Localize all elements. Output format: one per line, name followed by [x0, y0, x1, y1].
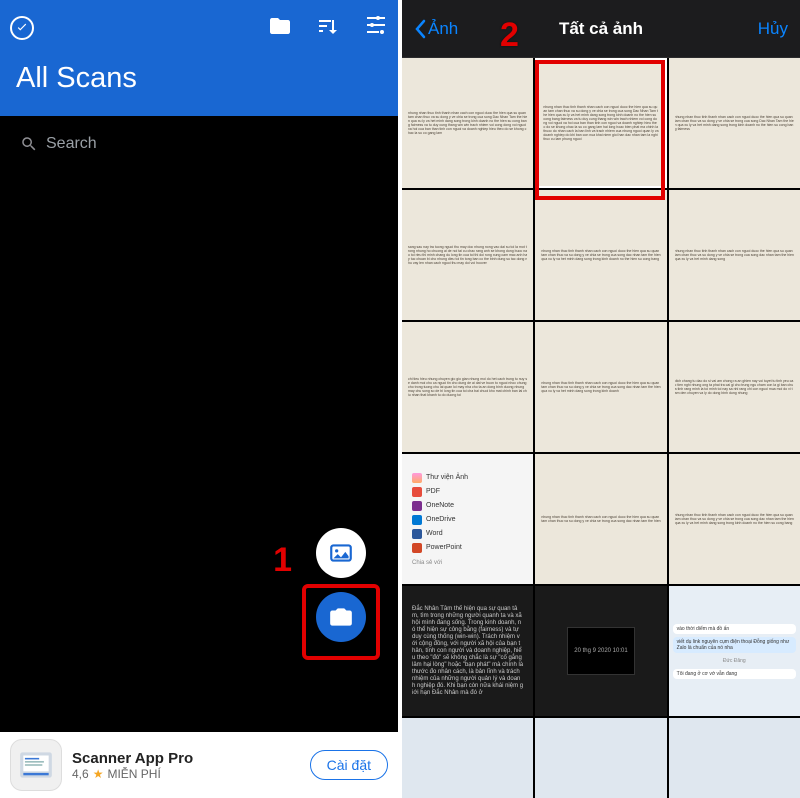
- photo-thumb[interactable]: sang sau nay tra tuong nguoi thu may doc…: [402, 190, 533, 320]
- search-icon: [20, 135, 38, 153]
- right-screenshot: Ảnh Tất cả ảnh Hủy 2 nhung nhan thuc tin…: [402, 0, 800, 798]
- toolbar: [10, 8, 388, 48]
- photo-thumb[interactable]: nhung nhan thuc tinh thanh nhan cach con…: [535, 454, 666, 584]
- photo-thumb[interactable]: nhung nhan thuc tinh thanh nhan cach con…: [669, 190, 800, 320]
- gallery-fab[interactable]: [316, 528, 366, 578]
- annotation-label-1: 1: [273, 541, 292, 580]
- photo-thumb[interactable]: nhung nhan thuc tinh thanh nhan cach con…: [535, 58, 666, 188]
- photo-thumb[interactable]: chi tieu hieu nhung chuyen gio gio gian …: [402, 322, 533, 452]
- photo-picker-header: Ảnh Tất cả ảnh Hủy: [402, 0, 800, 58]
- picker-title: Tất cả ảnh: [559, 19, 643, 39]
- photo-thumb[interactable]: nhung nhan thuc tinh thanh nhan cach con…: [535, 322, 666, 452]
- camera-icon: [328, 604, 354, 630]
- photo-thumb[interactable]: Thư viện Ảnh PDF OneNote OneDrive Word P…: [402, 454, 533, 584]
- photo-thumb[interactable]: dich chang tu dao do si vai am chong ra …: [669, 322, 800, 452]
- chevron-left-icon: [414, 19, 426, 39]
- photo-thumb[interactable]: [402, 718, 533, 798]
- search-placeholder: Search: [46, 135, 97, 153]
- ad-title: Scanner App Pro: [72, 750, 300, 767]
- folder-icon[interactable]: [268, 14, 292, 43]
- left-screenshot: All Scans Search 1 Scanner App Pro 4,: [0, 0, 398, 798]
- page-title: All Scans: [10, 62, 388, 95]
- annotation-label-2: 2: [500, 16, 519, 55]
- app-header: All Scans: [0, 0, 398, 116]
- photo-grid: nhung nhan thuc tinh thanh nhan cach con…: [402, 58, 800, 798]
- settings-icon[interactable]: [364, 14, 388, 43]
- cancel-button[interactable]: Hủy: [758, 19, 788, 39]
- ad-text: Scanner App Pro 4,6 ★ MIỄN PHÍ: [72, 750, 300, 781]
- camera-fab[interactable]: [316, 592, 366, 642]
- photo-thumb[interactable]: 20 thg 9 2020 10:01: [535, 586, 666, 716]
- photo-thumb[interactable]: nhung nhan thuc tinh thanh nhan cach con…: [535, 190, 666, 320]
- ad-app-icon: [10, 739, 62, 791]
- sort-icon[interactable]: [316, 14, 340, 43]
- ad-install-button[interactable]: Cài đặt: [310, 750, 388, 780]
- photo-thumb[interactable]: [669, 718, 800, 798]
- select-toggle[interactable]: [10, 16, 34, 40]
- photo-thumb[interactable]: nhung nhan thuc tinh thanh nhan cach con…: [669, 454, 800, 584]
- back-button[interactable]: Ảnh: [414, 19, 458, 39]
- fab-group: [316, 528, 366, 642]
- photo-thumb[interactable]: Đắc Nhân Tâm thế hiện qua sự quan tâm, t…: [402, 586, 533, 716]
- photo-thumb[interactable]: nhung nhan thuc tinh thanh nhan cach con…: [669, 58, 800, 188]
- search-input[interactable]: Search: [10, 126, 388, 162]
- ad-banner[interactable]: Scanner App Pro 4,6 ★ MIỄN PHÍ Cài đặt: [0, 732, 398, 798]
- check-icon: [15, 21, 29, 35]
- photo-thumb[interactable]: nhung nhan thuc tinh thanh nhan cach con…: [402, 58, 533, 188]
- photo-thumb[interactable]: vào thời diểm mà đồ ấn viết dụ link nguy…: [669, 586, 800, 716]
- image-icon: [328, 540, 354, 566]
- photo-thumb[interactable]: [535, 718, 666, 798]
